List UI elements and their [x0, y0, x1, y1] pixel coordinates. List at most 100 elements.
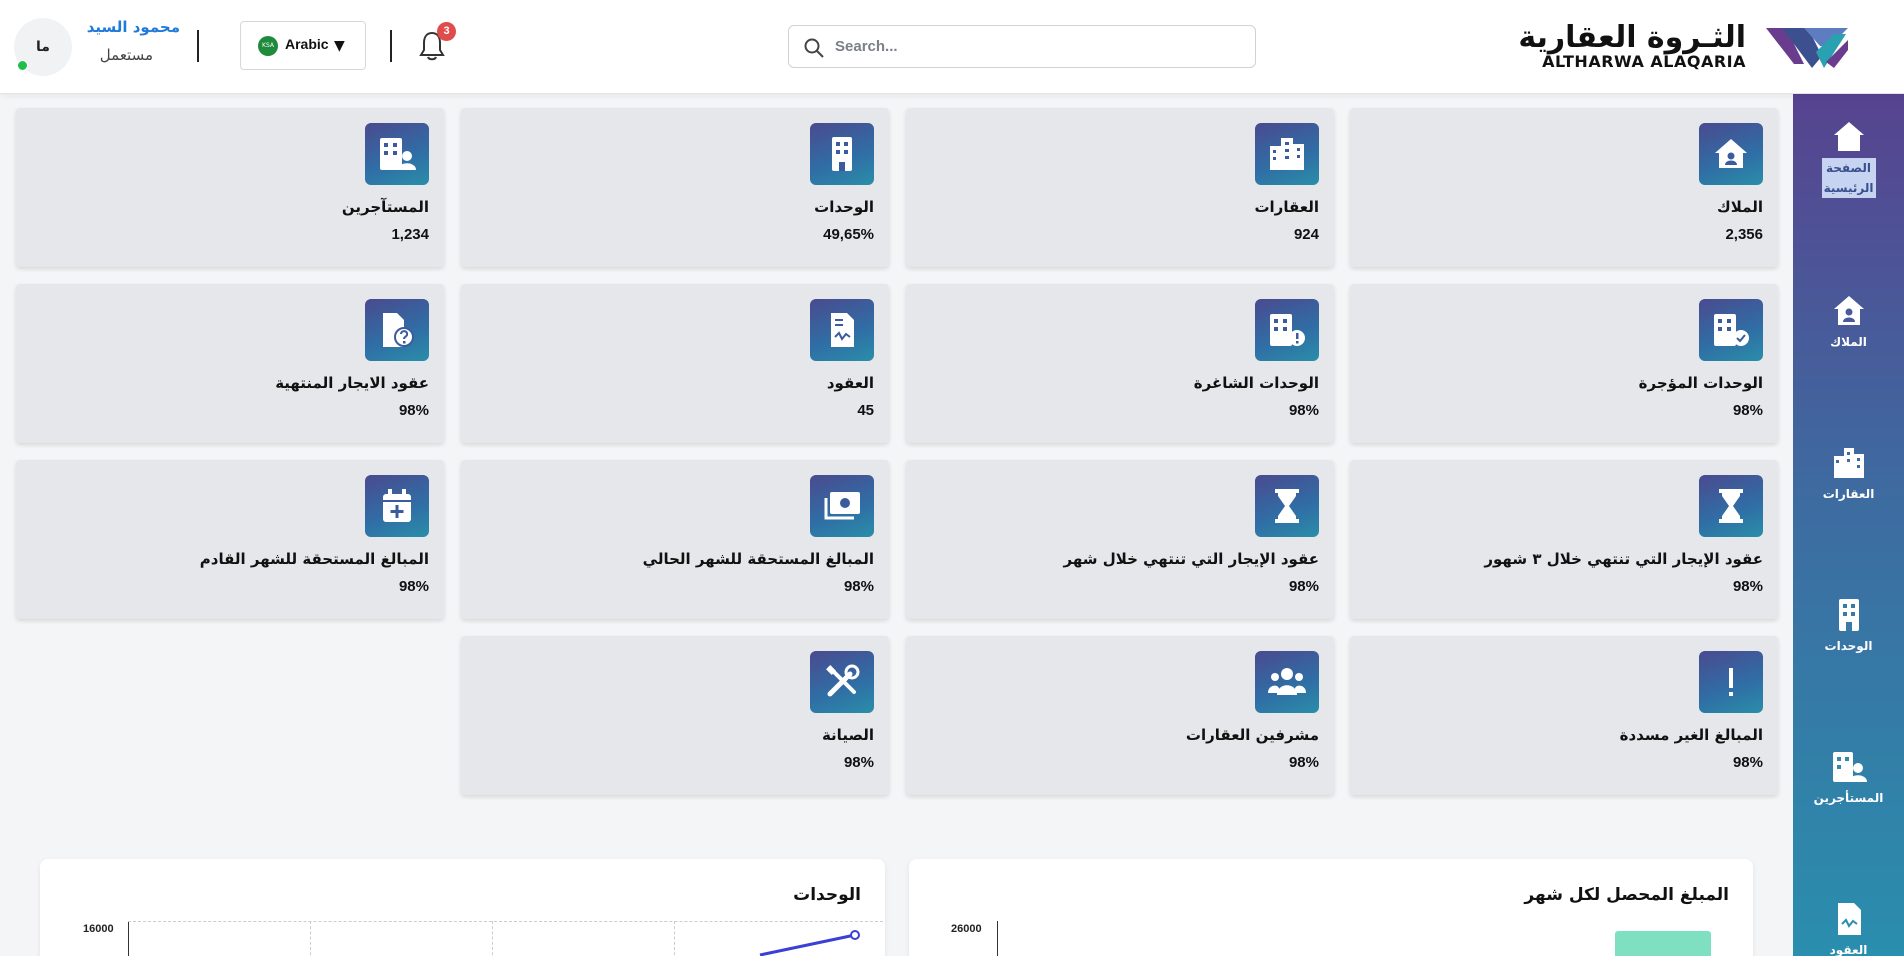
card-value: 45 — [857, 402, 874, 419]
card-icon-box — [1255, 299, 1319, 361]
stat-card-maintenance[interactable]: الصيانة 98% — [461, 636, 889, 795]
sidebar: الصفحة الرئيسية الملاك العقارات الوحدات — [1793, 94, 1904, 956]
sidebar-item-label: العقود — [1829, 943, 1868, 956]
card-icon-box — [365, 123, 429, 185]
brand-logo[interactable]: الثـروة العقارية ALTHARWA ALAQARIA — [1518, 20, 1850, 76]
stat-card-expired-contracts[interactable]: عقود الايجار المنتهية 98% — [16, 284, 444, 443]
top-header: الثـروة العقارية ALTHARWA ALAQARIA 3 KSA… — [0, 0, 1904, 94]
card-value: 98% — [1288, 578, 1319, 595]
stat-card-rented-units[interactable]: الوحدات المؤجرة 98% — [1350, 284, 1778, 443]
sidebar-item-owners[interactable]: الملاك — [1793, 292, 1904, 352]
users-group-icon — [1268, 668, 1306, 695]
calendar-plus-icon — [383, 489, 411, 522]
file-question-icon — [383, 313, 414, 347]
card-title: مشرفين العقارات — [1185, 726, 1319, 744]
stat-card-units[interactable]: الوحدات 49,65% — [461, 108, 889, 267]
building-check-icon — [1714, 314, 1749, 346]
card-value: 1,234 — [391, 226, 429, 243]
sidebar-item-properties[interactable]: العقارات — [1793, 444, 1904, 504]
card-icon-box — [810, 475, 874, 537]
card-title: الوحدات — [814, 198, 874, 216]
stat-card-expiring-1-month[interactable]: عقود الإيجار التي تنتهي خلال شهر 98% — [906, 460, 1334, 619]
card-value: 98% — [1732, 578, 1763, 595]
card-title: الملاك — [1717, 198, 1763, 216]
card-title: الصيانة — [821, 726, 874, 744]
card-title: عقود الإيجار التي تنتهي خلال شهر — [1063, 550, 1319, 568]
saudi-flag-icon: KSA — [258, 36, 278, 56]
chart-line-segment — [759, 933, 856, 956]
sidebar-item-label: المستأجرين — [1813, 791, 1884, 805]
card-value: 98% — [1288, 402, 1319, 419]
card-icon-box — [365, 475, 429, 537]
sidebar-item-label: الملاك — [1830, 335, 1867, 349]
units-chart: الوحدات 16000 — [40, 859, 885, 956]
stat-card-properties[interactable]: العقارات 924 — [906, 108, 1334, 267]
sidebar-item-contracts[interactable]: العقود — [1793, 900, 1904, 956]
hourglass-icon — [1719, 489, 1743, 523]
card-icon-box — [1699, 651, 1763, 713]
card-title: الوحدات الشاغرة — [1193, 374, 1319, 392]
stat-card-due-current-month[interactable]: المبالغ المستحقة للشهر الحالي 98% — [461, 460, 889, 619]
building-user-icon — [380, 138, 416, 170]
logo-english-text: ALTHARWA ALAQARIA — [1542, 52, 1746, 71]
card-title: عقود الإيجار التي تنتهي خلال ٣ شهور — [1484, 550, 1763, 568]
card-icon-box — [1699, 475, 1763, 537]
chart-bar — [1615, 931, 1711, 956]
card-icon-box — [810, 299, 874, 361]
chart-y-axis — [997, 921, 998, 956]
owners-icon — [1833, 296, 1864, 325]
search-input[interactable] — [835, 26, 1245, 67]
online-status-dot — [17, 60, 28, 71]
user-role: مستعمل — [99, 46, 153, 64]
card-title: المستآجرين — [341, 198, 429, 216]
logo-arabic-text: الثـروة العقارية — [1518, 20, 1746, 55]
tools-icon — [826, 664, 860, 697]
contracts-icon — [1837, 903, 1861, 935]
card-title: عقود الايجار المنتهية — [275, 374, 429, 392]
money-icon — [824, 492, 860, 520]
header-divider — [197, 30, 199, 62]
sidebar-item-units[interactable]: الوحدات — [1793, 596, 1904, 656]
card-value: 49,65% — [823, 226, 874, 243]
card-icon-box — [1255, 651, 1319, 713]
card-icon-box — [365, 299, 429, 361]
card-value: 98% — [843, 754, 874, 771]
stat-card-vacant-units[interactable]: الوحدات الشاغرة 98% — [906, 284, 1334, 443]
card-icon-box — [810, 651, 874, 713]
card-value: 98% — [843, 578, 874, 595]
language-select[interactable]: KSA Arabic ▼ — [240, 21, 366, 70]
search-box[interactable] — [788, 25, 1256, 68]
stat-card-contracts[interactable]: العقود 45 — [461, 284, 889, 443]
stat-card-tenants[interactable]: المستآجرين 1,234 — [16, 108, 444, 267]
card-value: 98% — [398, 578, 429, 595]
card-title: الوحدات المؤجرة — [1638, 374, 1763, 392]
card-title: العقارات — [1254, 198, 1319, 216]
stat-card-owners[interactable]: الملاك 2,356 — [1350, 108, 1778, 267]
chart-point — [850, 930, 860, 940]
chart-title: المبلغ المحصل لكل شهر — [1524, 885, 1729, 905]
sidebar-item-label: العقارات — [1822, 487, 1875, 501]
logo-mark-icon — [1766, 28, 1848, 68]
sidebar-item-tenants[interactable]: المستأجرين — [1793, 748, 1904, 808]
card-title: المبالغ المستحقة للشهر الحالي — [642, 550, 874, 568]
language-label: Arabic — [285, 36, 329, 52]
tenants-icon — [1832, 752, 1867, 782]
sidebar-item-home[interactable]: الصفحة الرئيسية — [1793, 118, 1904, 198]
card-icon-box — [1255, 123, 1319, 185]
chart-y-tick: 26000 — [951, 923, 982, 935]
sidebar-item-label: الوحدات — [1824, 639, 1873, 653]
building-alert-icon — [1270, 314, 1305, 346]
exclamation-icon — [1729, 668, 1733, 696]
stat-card-unpaid[interactable]: المبالغ الغير مسددة 98% — [1350, 636, 1778, 795]
owner-house-icon — [1715, 139, 1747, 168]
card-value: 98% — [398, 402, 429, 419]
card-value: 98% — [1288, 754, 1319, 771]
stat-card-expiring-3-months[interactable]: عقود الإيجار التي تنتهي خلال ٣ شهور 98% — [1350, 460, 1778, 619]
user-name[interactable]: محمود السيد — [87, 18, 180, 36]
stat-card-due-next-month[interactable]: المبالغ المستحقة للشهر القادم 98% — [16, 460, 444, 619]
card-value: 924 — [1293, 226, 1319, 243]
card-title: المبالغ المستحقة للشهر القادم — [199, 550, 429, 568]
search-icon — [804, 38, 824, 58]
stat-card-supervisors[interactable]: مشرفين العقارات 98% — [906, 636, 1334, 795]
sidebar-item-label: الصفحة الرئيسية — [1821, 158, 1876, 198]
